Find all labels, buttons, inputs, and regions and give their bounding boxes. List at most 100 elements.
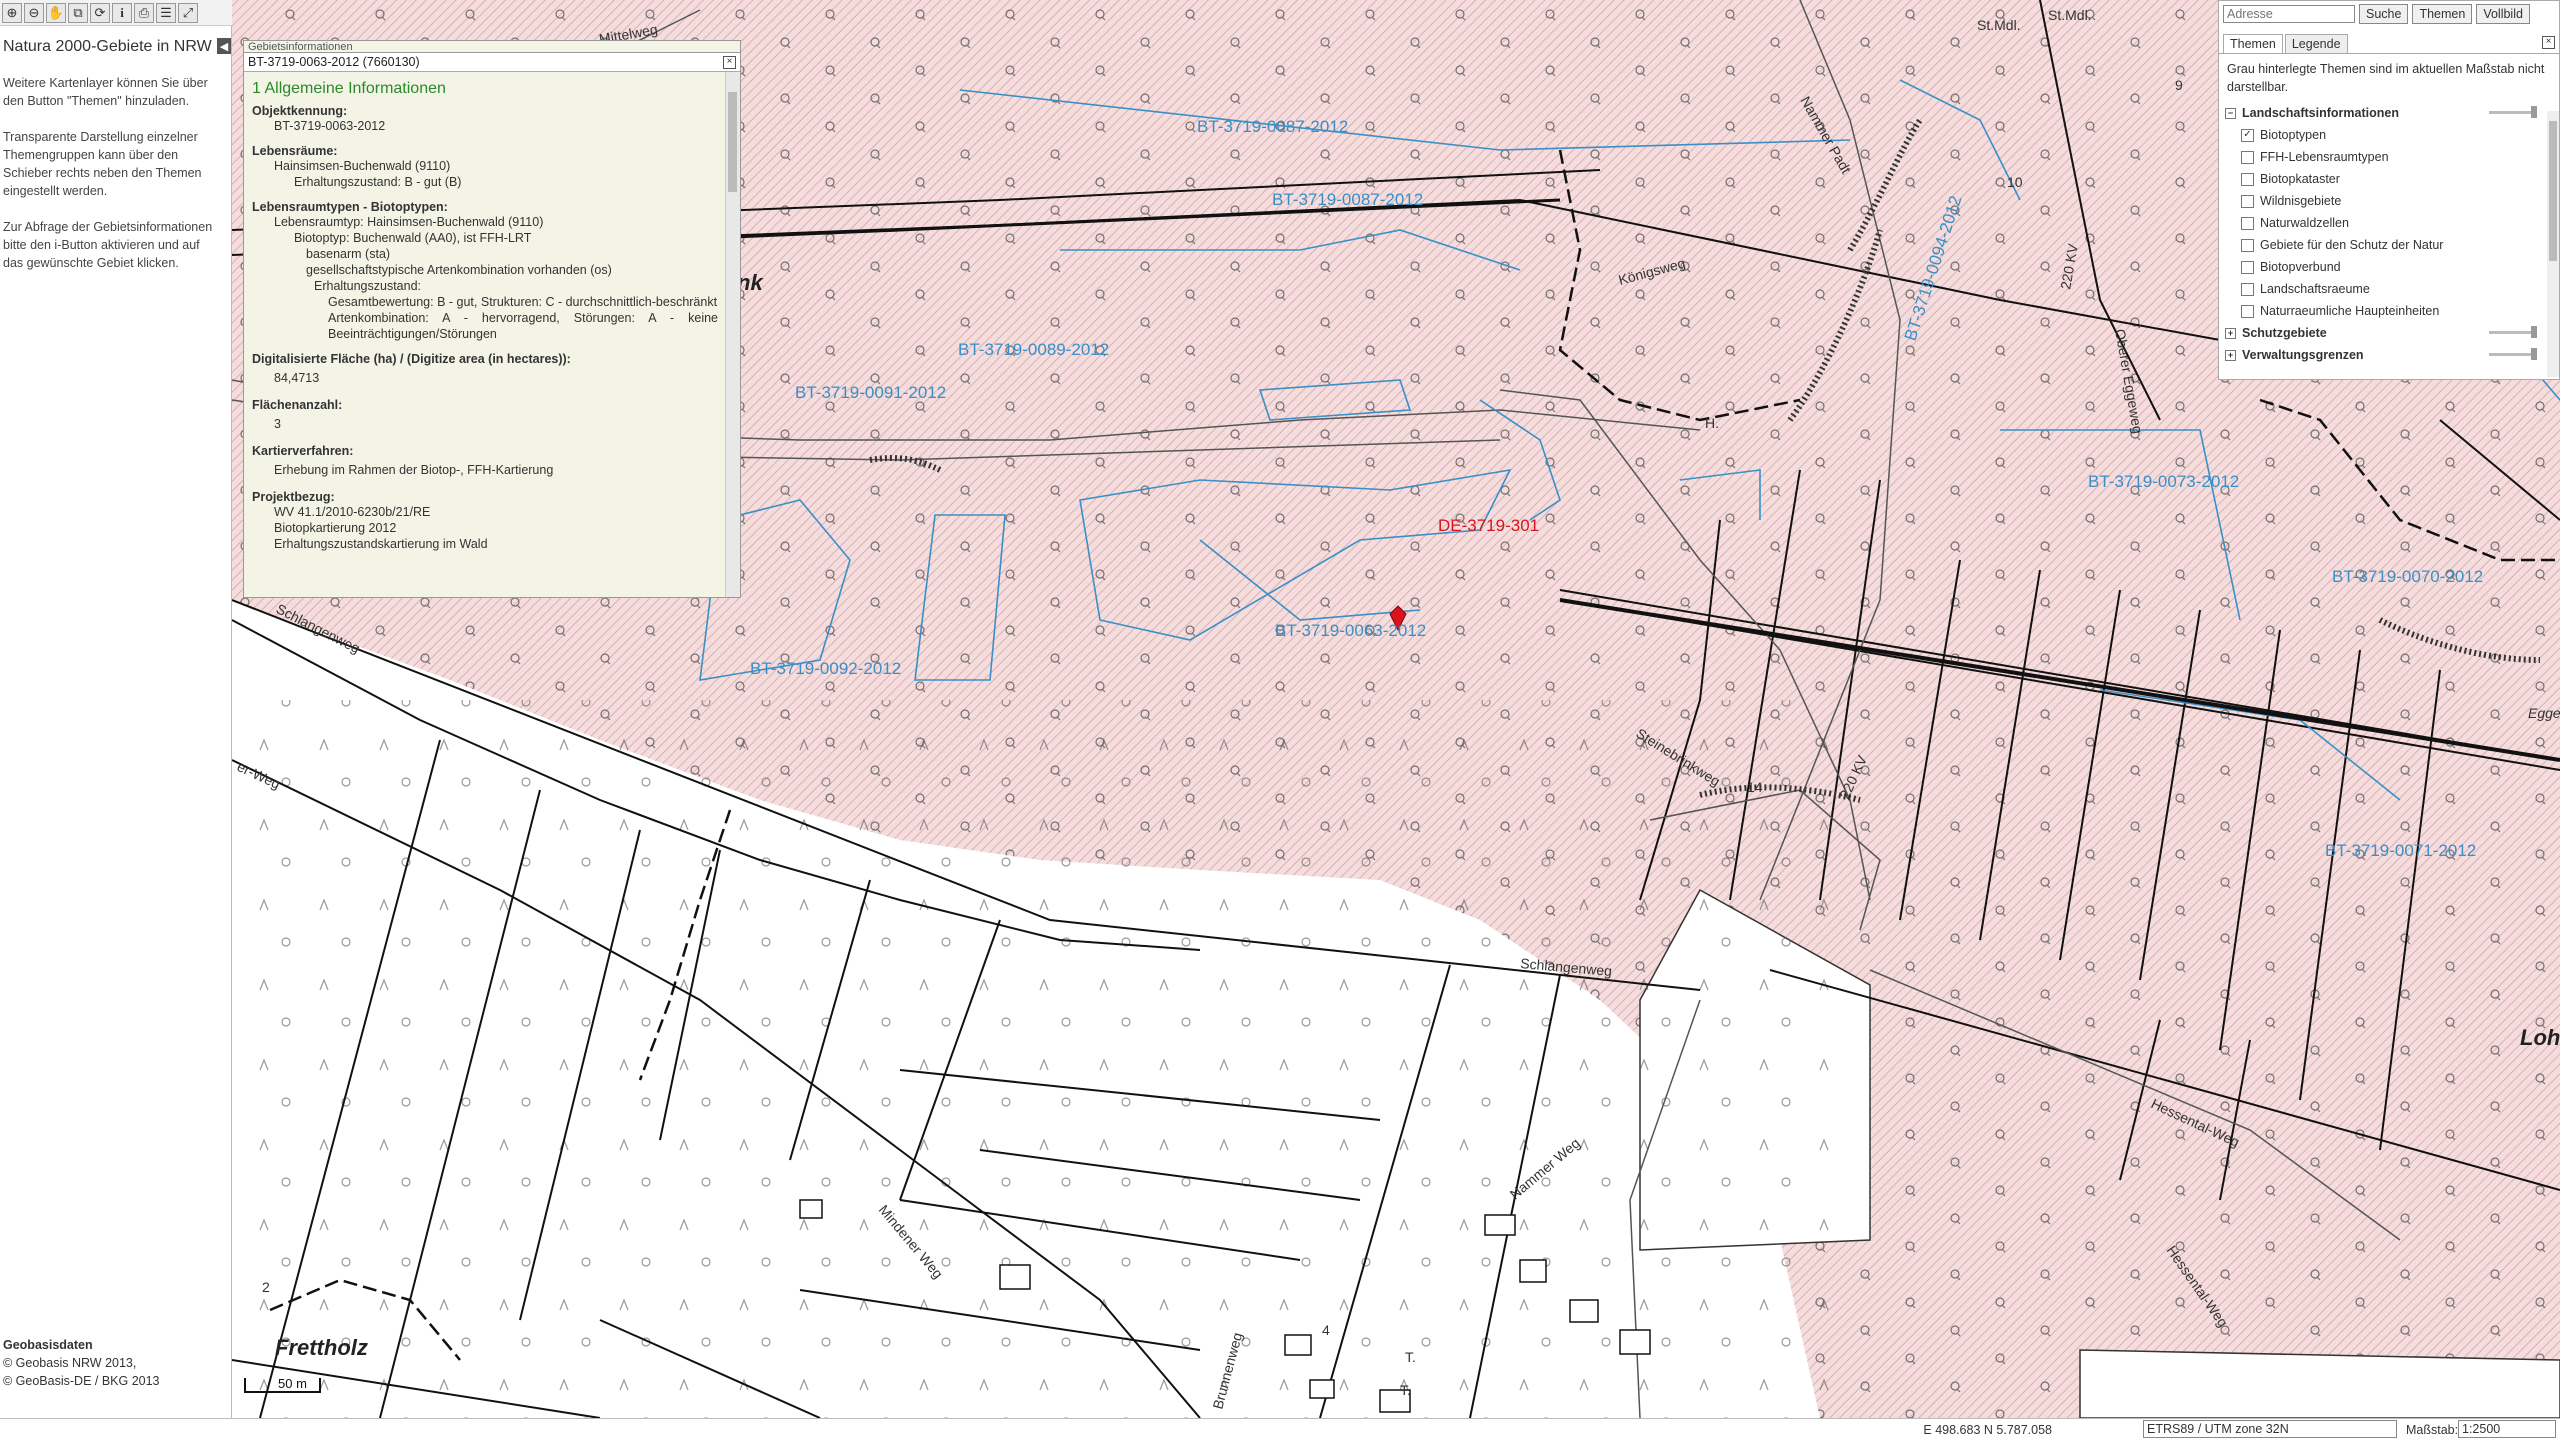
layer-item[interactable]: Naturwaldzellen (2225, 212, 2559, 234)
fullscreen-button[interactable]: Vollbild (2476, 4, 2530, 24)
zoom-out-icon[interactable]: ⊖ (24, 2, 44, 23)
layers-icon[interactable]: ☰ (156, 2, 176, 23)
layer-group-schutzgebiete[interactable]: + Schutzgebiete (2225, 322, 2559, 344)
scrollbar-thumb[interactable] (2549, 121, 2557, 261)
layer-checkbox[interactable] (2241, 150, 2254, 164)
layer-item[interactable]: FFH-Lebensraumtypen (2225, 146, 2559, 168)
left-info-panel: Natura 2000-Gebiete in NRW ◀ Weitere Kar… (0, 26, 232, 1440)
field-value: Hainsimsen-Buchenwald (9110) (274, 159, 451, 173)
layer-checkbox[interactable] (2241, 260, 2254, 274)
field-value: Erhebung im Rahmen der Biotop-, FFH-Kart… (274, 463, 554, 477)
layer-checkbox[interactable] (2241, 304, 2254, 318)
layer-item[interactable]: ✓ Biotoptypen (2225, 124, 2559, 146)
layer-scrollbar[interactable] (2547, 111, 2559, 377)
section-heading: 1 Allgemeine Informationen (252, 80, 446, 97)
layer-label: FFH-Lebensraumtypen (2260, 150, 2389, 164)
map-label-place: St.Mdl. (1977, 17, 2021, 33)
field-value: gesellschaftstypische Artenkombination v… (306, 263, 612, 277)
map-label-biotope[interactable]: BT-3719-0071-2012 (2325, 841, 2476, 860)
map-label-place: T. (1400, 1382, 1411, 1398)
scale-select[interactable]: 1:2500 (2458, 1420, 2556, 1438)
map-label-biotope[interactable]: BT-3719-0092-2012 (750, 659, 901, 678)
copyright-line: © Geobasis NRW 2013, (3, 1356, 137, 1370)
layer-checkbox[interactable]: ✓ (2241, 128, 2254, 142)
map-label-number: 14 (1747, 779, 1763, 795)
layer-item[interactable]: Biotopverbund (2225, 256, 2559, 278)
opacity-slider[interactable] (2489, 106, 2537, 118)
map-toolbar: ⊕ ⊖ ✋ ⧉ ⟳ i ⎙ ☰ ⤢ (0, 0, 232, 26)
close-icon[interactable]: × (2542, 36, 2555, 49)
field-value: basenarm (sta) (306, 247, 391, 261)
expand-icon[interactable]: + (2225, 349, 2236, 361)
tab-themen[interactable]: Themen (2223, 34, 2283, 53)
tab-legende[interactable]: Legende (2284, 34, 2348, 53)
layer-checkbox[interactable] (2241, 172, 2254, 186)
copyright-notice: Geobasisdaten © Geobasis NRW 2013, © Geo… (3, 1336, 160, 1390)
layer-checkbox[interactable] (2241, 238, 2254, 252)
status-bar: E 498.683 N 5.787.058 ETRS89 / UTM zone … (0, 1418, 2560, 1441)
popup-scrollbar[interactable] (725, 72, 740, 597)
field-label: Projektbezug: (252, 490, 335, 504)
layer-item[interactable]: Landschaftsraeume (2225, 278, 2559, 300)
map-label-biotope[interactable]: BT-3719-0091-2012 (795, 383, 946, 402)
expand-icon[interactable]: + (2225, 327, 2236, 339)
field-label: Digitalisierte Fläche (ha) / (Digitize a… (252, 352, 571, 366)
map-label-place: St.Mdl. (2048, 7, 2092, 23)
info-icon[interactable]: i (112, 2, 132, 23)
themen-button[interactable]: Themen (2412, 4, 2473, 24)
layer-item[interactable]: Wildnisgebiete (2225, 190, 2559, 212)
layer-checkbox[interactable] (2241, 194, 2254, 208)
layer-label: Wildnisgebiete (2260, 194, 2342, 208)
layer-item[interactable]: Biotopkataster (2225, 168, 2559, 190)
layer-checkbox[interactable] (2241, 216, 2254, 230)
layer-group-landschaft[interactable]: − Landschaftsinformationen (2225, 102, 2559, 124)
map-label-place: nk (737, 270, 764, 295)
map-label-biotope[interactable]: BT-3719-0087-2012 (1197, 117, 1348, 136)
field-label: Lebensraumtypen - Biotoptypen: (252, 200, 448, 214)
coordinate-readout: E 498.683 N 5.787.058 (1923, 1423, 2052, 1437)
address-search-input[interactable] (2223, 5, 2355, 23)
field-value: BT-3719-0063-2012 (274, 119, 386, 133)
print-icon[interactable]: ⎙ (134, 2, 154, 23)
map-label-biotope[interactable]: BT-3719-0063-2012 (1275, 621, 1426, 640)
scrollbar-thumb[interactable] (728, 92, 737, 192)
opacity-slider[interactable] (2489, 348, 2537, 360)
layer-label: Gebiete für den Schutz der Natur (2260, 238, 2444, 252)
crs-select[interactable]: ETRS89 / UTM zone 32N (2143, 1420, 2397, 1438)
map-label-biotope[interactable]: BT-3719-0070-2012 (2332, 567, 2483, 586)
close-icon[interactable]: × (723, 56, 736, 69)
layer-label: Biotopkataster (2260, 172, 2340, 186)
layer-item[interactable]: Gebiete für den Schutz der Natur (2225, 234, 2559, 256)
layer-panel: Suche Themen Vollbild Themen Legende × G… (2218, 0, 2560, 380)
field-value: 84,4713 (274, 371, 320, 385)
help-text: Zur Abfrage der Gebietsinformationen bit… (3, 220, 213, 270)
layer-group-label: Verwaltungsgrenzen (2242, 348, 2364, 362)
info-popup-title: BT-3719-0063-2012 (7660130) (244, 53, 740, 72)
field-label: Lebensräume: (252, 144, 338, 158)
field-value: Erhaltungszustand: (314, 279, 422, 293)
map-label-natura2000[interactable]: DE-3719-301 (1438, 516, 1539, 535)
pan-hand-icon[interactable]: ✋ (46, 2, 66, 23)
field-value: Erhaltungszustandskartierung im Wald (274, 537, 488, 551)
field-value: Biotoptyp: Buchenwald (AA0), ist FFH-LRT (294, 231, 532, 245)
layer-group-verwaltung[interactable]: + Verwaltungsgrenzen (2225, 344, 2559, 366)
help-text: Weitere Kartenlayer können Sie über den … (3, 76, 208, 108)
zoom-in-icon[interactable]: ⊕ (2, 2, 22, 23)
scale-bar-label: 50 m (278, 1376, 307, 1391)
map-label-place: H. (1705, 415, 1719, 431)
layer-label: Biotoptypen (2260, 128, 2327, 142)
layer-checkbox[interactable] (2241, 282, 2254, 296)
map-label-biotope[interactable]: BT-3719-0073-2012 (2088, 472, 2239, 491)
map-label-biotope[interactable]: BT-3719-0089-2012 (958, 340, 1109, 359)
collapse-icon[interactable]: − (2225, 107, 2236, 119)
map-label-biotope[interactable]: BT-3719-0087-2012 (1272, 190, 1423, 209)
zoom-box-icon[interactable]: ⧉ (68, 2, 88, 23)
collapse-panel-icon[interactable]: ◀ (217, 38, 231, 54)
refresh-icon[interactable]: ⟳ (90, 2, 110, 23)
copyright-line: © GeoBasis-DE / BKG 2013 (3, 1374, 160, 1388)
fullscreen-icon[interactable]: ⤢ (178, 2, 198, 23)
search-button[interactable]: Suche (2359, 4, 2409, 24)
opacity-slider[interactable] (2489, 326, 2537, 338)
layer-item[interactable]: Naturraeumliche Haupteinheiten (2225, 300, 2559, 322)
copyright-heading: Geobasisdaten (3, 1338, 93, 1352)
